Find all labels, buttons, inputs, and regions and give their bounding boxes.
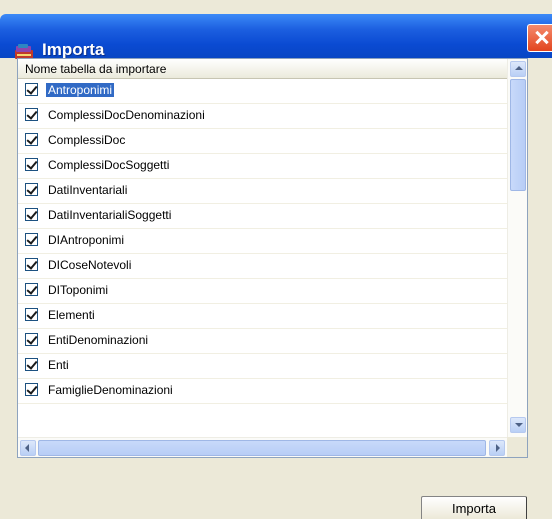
vertical-scrollbar[interactable] [507,59,527,437]
list-item-label: EntiDenominazioni [48,333,149,347]
vertical-scroll-thumb[interactable] [510,79,526,191]
checkbox[interactable] [25,258,38,271]
list-item-label: Elementi [48,308,95,322]
checkbox[interactable] [25,108,38,121]
close-icon[interactable] [527,24,552,52]
checkbox[interactable] [25,183,38,196]
scrollbar-corner [507,437,527,457]
list-item[interactable]: ComplessiDoc [18,129,507,154]
list-item-label: DatiInventarialiSoggetti [48,208,172,222]
title-bar[interactable]: Importa [0,14,552,59]
list-item-label: DIToponimi [48,283,109,297]
list-item-label: Antroponimi [46,83,115,97]
window-title: Importa [42,40,105,59]
list-item[interactable]: FamiglieDenominazioni [18,379,507,404]
list-item[interactable]: DatiInventariali [18,179,507,204]
list-item-label: ComplessiDocDenominazioni [48,108,205,122]
chevron-left-icon [25,444,29,452]
checkbox[interactable] [25,383,38,396]
list-item-label: FamiglieDenominazioni [48,383,173,397]
checkbox[interactable] [25,308,38,321]
scroll-left-button[interactable] [20,440,36,456]
checkbox[interactable] [25,158,38,171]
checkbox[interactable] [25,283,38,296]
list-item-label: DatiInventariali [48,183,128,197]
column-header[interactable]: Nome tabella da importare [18,59,507,79]
list-item[interactable]: ComplessiDocSoggetti [18,154,507,179]
list-item[interactable]: DatiInventarialiSoggetti [18,204,507,229]
scroll-right-button[interactable] [489,440,505,456]
checkbox[interactable] [25,233,38,246]
checkbox[interactable] [25,358,38,371]
import-dialog: Importa Nome tabella da importare Antrop… [0,0,552,519]
list-item[interactable]: ComplessiDocDenominazioni [18,104,507,129]
horizontal-scrollbar[interactable] [18,437,507,457]
column-header-label: Nome tabella da importare [25,62,167,76]
scroll-up-button[interactable] [510,61,526,77]
list-item[interactable]: EntiDenominazioni [18,329,507,354]
list-rows: Antroponimi ComplessiDocDenominazioni Co… [18,79,507,404]
list-item[interactable]: Antroponimi [18,79,507,104]
list-item[interactable]: Elementi [18,304,507,329]
list-item-label: DICoseNotevoli [48,258,132,272]
checkbox[interactable] [25,333,38,346]
horizontal-scroll-thumb[interactable] [38,440,486,456]
chevron-right-icon [496,444,500,452]
chevron-down-icon [515,423,523,427]
checkbox[interactable] [25,208,38,221]
list-item-label: ComplessiDoc [48,133,126,147]
list-item[interactable]: DIAntroponimi [18,229,507,254]
list-item[interactable]: Enti [18,354,507,379]
checkbox[interactable] [25,133,38,146]
checkbox[interactable] [25,83,38,96]
list-item-label: DIAntroponimi [48,233,125,247]
import-button[interactable]: Importa [421,496,527,519]
list-item[interactable]: DICoseNotevoli [18,254,507,279]
scroll-down-button[interactable] [510,417,526,433]
list-item-label: Enti [48,358,69,372]
table-list[interactable]: Nome tabella da importare Antroponimi Co… [17,58,528,458]
import-button-label: Importa [451,501,497,516]
list-item[interactable]: DIToponimi [18,279,507,304]
chevron-up-icon [515,66,523,70]
list-item-label: ComplessiDocSoggetti [48,158,170,172]
